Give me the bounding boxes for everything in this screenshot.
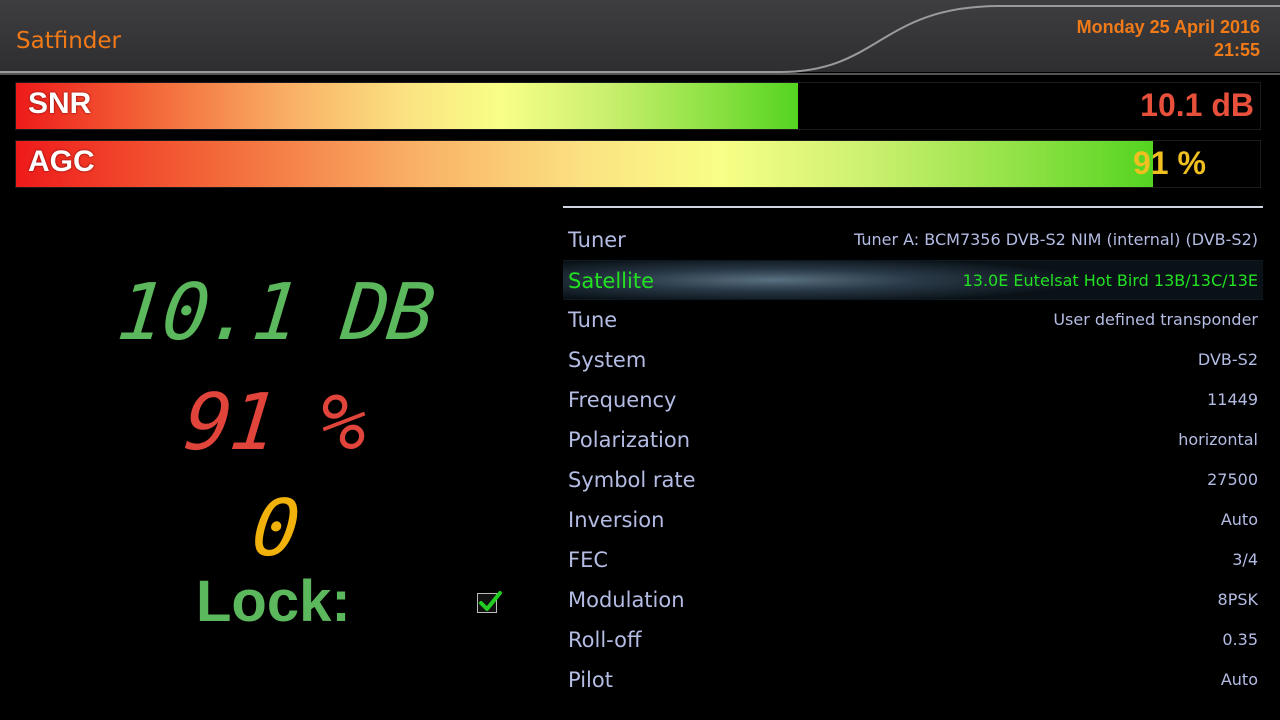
- lock-label: Lock:: [196, 569, 351, 634]
- agc-bar: AGC 91 %: [15, 140, 1261, 188]
- agc-bar-fill: [16, 141, 1154, 187]
- agc-readout: 91 %: [180, 378, 370, 468]
- info-row-value: 8PSK: [1217, 590, 1258, 609]
- info-row-label: Pilot: [568, 668, 613, 692]
- info-row-value: 0.35: [1222, 630, 1258, 649]
- info-row-roll-off[interactable]: Roll-off 0.35: [563, 620, 1263, 660]
- info-row-frequency[interactable]: Frequency 11449: [563, 380, 1263, 420]
- info-row-value: User defined transponder: [1053, 310, 1258, 329]
- info-row-modulation[interactable]: Modulation 8PSK: [563, 580, 1263, 620]
- snr-readout: 10.1 DB: [112, 268, 438, 358]
- info-row-label: System: [568, 348, 647, 372]
- info-row-label: Tune: [568, 308, 618, 332]
- info-row-label: Frequency: [568, 388, 677, 412]
- ber-readout: 0: [247, 484, 303, 574]
- info-row-value: 3/4: [1232, 550, 1258, 569]
- info-row-value: Auto: [1220, 670, 1258, 689]
- info-row-label: Modulation: [568, 588, 685, 612]
- info-row-label: Satellite: [568, 269, 655, 293]
- date-time: Monday 25 April 2016 21:55: [1077, 16, 1260, 62]
- info-row-satellite[interactable]: Satellite 13.0E Eutelsat Hot Bird 13B/13C…: [563, 260, 1263, 300]
- checkmark-icon: [479, 591, 502, 611]
- info-row-inversion[interactable]: Inversion Auto: [563, 500, 1263, 540]
- info-row-label: Inversion: [568, 508, 665, 532]
- header-bar: Satfinder Monday 25 April 2016 21:55: [0, 0, 1280, 76]
- agc-bar-value: 91 %: [1133, 145, 1206, 181]
- info-row-value: 11449: [1207, 390, 1258, 409]
- date-text: Monday 25 April 2016: [1076, 17, 1260, 37]
- lock-checkbox: [477, 591, 502, 613]
- info-row-value: 13.0E Eutelsat Hot Bird 13B/13C/13E: [962, 271, 1258, 290]
- snr-bar-fill: [16, 83, 799, 129]
- snr-bar: SNR 10.1 dB: [15, 82, 1261, 130]
- info-row-value: DVB-S2: [1197, 350, 1258, 369]
- info-row-label: Roll-off: [568, 628, 642, 652]
- info-row-value: horizontal: [1178, 430, 1258, 449]
- info-row-symbol-rate[interactable]: Symbol rate 27500: [563, 460, 1263, 500]
- tuner-info-list[interactable]: Tuner Tuner A: BCM7356 DVB-S2 NIM (intern…: [563, 220, 1263, 700]
- info-row-pilot[interactable]: Pilot Auto: [563, 660, 1263, 700]
- info-row-value: Tuner A: BCM7356 DVB-S2 NIM (internal) (…: [854, 230, 1258, 249]
- snr-bar-value: 10.1 dB: [1140, 87, 1254, 123]
- info-row-value: Auto: [1220, 510, 1258, 529]
- info-row-label: Symbol rate: [568, 468, 696, 492]
- info-row-tune[interactable]: Tune User defined transponder: [563, 300, 1263, 340]
- info-row-label: Polarization: [568, 428, 691, 452]
- info-row-fec[interactable]: FEC 3/4: [563, 540, 1263, 580]
- snr-bar-label: SNR: [28, 87, 92, 120]
- agc-bar-label: AGC: [28, 145, 95, 178]
- info-row-tuner[interactable]: Tuner Tuner A: BCM7356 DVB-S2 NIM (intern…: [563, 220, 1263, 260]
- info-row-system[interactable]: System DVB-S2: [563, 340, 1263, 380]
- info-divider: [563, 206, 1263, 208]
- app-title: Satfinder: [16, 28, 121, 54]
- info-row-polarization[interactable]: Polarization horizontal: [563, 420, 1263, 460]
- info-row-label: FEC: [568, 548, 609, 572]
- time-text: 21:55: [1213, 40, 1260, 60]
- info-row-value: 27500: [1207, 470, 1258, 489]
- info-row-label: Tuner: [568, 228, 626, 252]
